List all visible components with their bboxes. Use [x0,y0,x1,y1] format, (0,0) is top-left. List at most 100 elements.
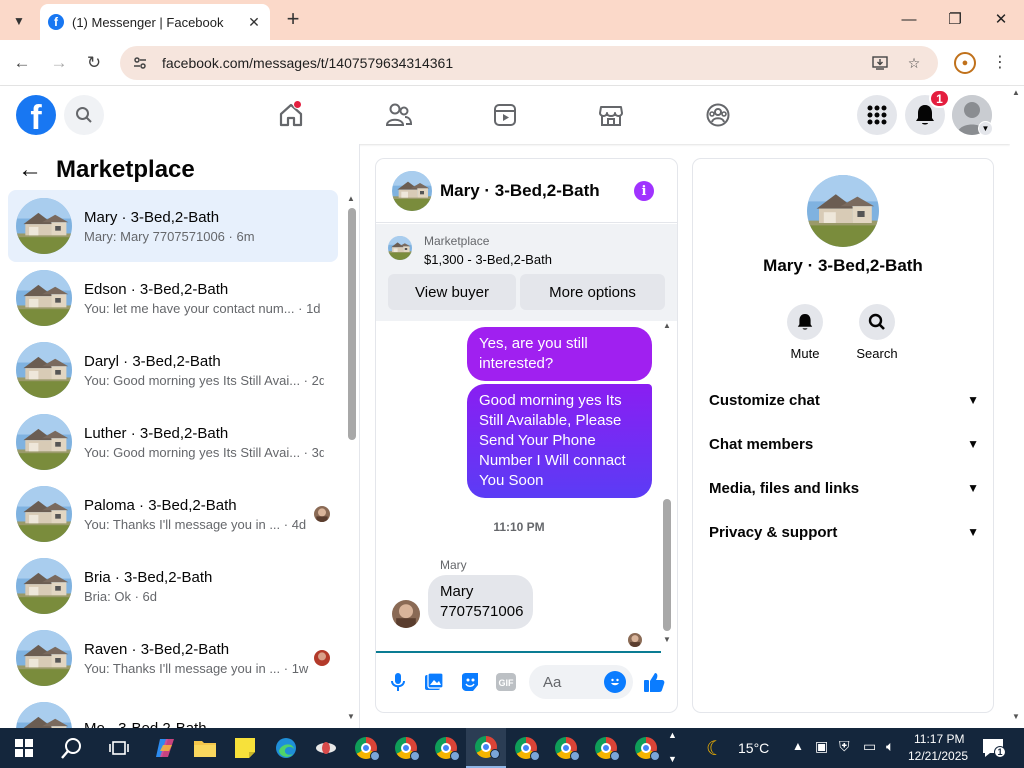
conversation-name: Mo · 3-Bed,2-Bath [84,720,324,728]
marketplace-label: Marketplace [424,234,490,248]
conversation-item[interactable]: Bria · 3-Bed,2-Bath Bria: Ok · 6d [8,550,338,622]
weather-moon-icon[interactable]: ☾ [706,736,724,761]
photo-icon[interactable] [421,669,447,695]
sender-avatar[interactable] [392,600,420,628]
scroll-down-icon[interactable]: ▼ [347,712,355,721]
incoming-message[interactable]: Mary 7707571006 [428,575,533,629]
restore-window-icon[interactable]: ❐ [940,6,970,32]
chrome-profile-icon[interactable] [466,728,506,768]
conversation-item[interactable]: Daryl · 3-Bed,2-Bath You: Good morning ye… [8,334,338,406]
facebook-logo-icon[interactable]: f [16,95,56,135]
conversation-item[interactable]: Luther · 3-Bed,2-Bath You: Good morning y… [8,406,338,478]
clock-date[interactable]: 12/21/2025 [908,749,968,763]
file-explorer-icon[interactable] [185,728,225,768]
scroll-down-icon[interactable]: ▼ [1012,712,1020,721]
chrome-profile-icon[interactable] [346,728,386,768]
friends-icon[interactable] [378,98,418,132]
privacy-support-row[interactable]: Privacy & support ▼ [709,510,979,554]
conversation-item[interactable]: Edson · 3-Bed,2-Bath You: let me have you… [8,262,338,334]
microphone-icon[interactable] [385,669,411,695]
account-chevron-down-icon[interactable]: ▼ [978,121,993,136]
browser-profile-icon[interactable]: ● [954,52,976,74]
scroll-up-icon[interactable]: ▲ [1012,88,1020,97]
show-hidden-icons-chevron-icon[interactable]: ▲ [792,739,804,753]
minimize-window-icon[interactable]: — [894,6,924,32]
clock-time[interactable]: 11:17 PM [914,732,964,746]
copilot-icon[interactable] [145,728,185,768]
groups-icon[interactable] [698,98,738,132]
menu-grid-icon[interactable] [857,95,897,135]
network-device-icon[interactable]: ▣ [815,738,828,755]
home-icon[interactable] [271,98,311,132]
taskbar-overflow-up-icon[interactable]: ▲ [668,730,677,740]
customize-chat-row[interactable]: Customize chat ▼ [709,378,979,422]
chrome-profile-icon[interactable] [586,728,626,768]
video-icon[interactable] [485,98,525,132]
gif-icon[interactable]: GIF [493,669,519,695]
emoji-icon[interactable] [604,671,626,693]
search-conversation-button[interactable]: Search [847,304,907,361]
tab-close-icon[interactable]: ✕ [246,14,262,31]
new-tab-plus-icon[interactable]: + [280,6,306,32]
app-icon[interactable] [306,728,346,768]
info-icon[interactable]: i [634,181,654,201]
more-options-button[interactable]: More options [520,274,665,310]
facebook-search-icon[interactable] [64,95,104,135]
chrome-profile-icon[interactable] [546,728,586,768]
view-buyer-button[interactable]: View buyer [388,274,516,310]
taskbar-overflow-down-icon[interactable]: ▼ [668,754,677,764]
chat-members-row[interactable]: Chat members ▼ [709,422,979,466]
sticker-icon[interactable] [457,669,483,695]
close-window-icon[interactable]: ✕ [986,6,1016,32]
scroll-up-icon[interactable]: ▲ [663,321,671,330]
address-bar[interactable]: facebook.com/messages/t/1407579634314361… [120,46,938,80]
search-icon[interactable] [52,728,92,768]
edge-browser-icon[interactable] [266,728,306,768]
conversation-item[interactable]: Paloma · 3-Bed,2-Bath You: Thanks I'll me… [8,478,338,550]
security-icon[interactable]: ⛨ [839,738,850,755]
media-files-links-row[interactable]: Media, files and links ▼ [709,466,979,510]
chrome-profile-icon[interactable] [626,728,666,768]
scrollbar-thumb[interactable] [348,208,356,440]
windows-start-icon[interactable] [4,728,44,768]
site-settings-icon[interactable] [132,55,148,71]
conversation-scrollbar[interactable]: ▲ ▼ [346,194,356,724]
weather-temperature[interactable]: 15°C [738,740,769,756]
mute-button[interactable]: Mute [775,304,835,361]
chat-thumbnail[interactable] [392,171,432,211]
listing-thumbnail [16,486,72,542]
thumbs-up-icon[interactable] [641,669,667,695]
tab-search-chevron-icon[interactable]: ▼ [6,8,32,34]
task-view-icon[interactable] [99,728,139,768]
chrome-profile-icon[interactable] [386,728,426,768]
chat-title[interactable]: Mary · 3-Bed,2-Bath [440,181,600,201]
conversation-item[interactable]: Raven · 3-Bed,2-Bath You: Thanks I'll mes… [8,622,338,694]
sticky-notes-icon[interactable] [225,728,265,768]
scroll-up-icon[interactable]: ▲ [347,194,355,203]
browser-tab[interactable]: f (1) Messenger | Facebook ✕ [40,4,270,40]
chrome-profile-icon[interactable] [506,728,546,768]
outgoing-message[interactable]: Good morning yes Its Still Available, Pl… [467,384,652,498]
conversation-item[interactable]: Mo · 3-Bed,2-Bath [8,694,338,728]
browser-menu-icon[interactable]: ⋮ [992,52,1008,72]
install-app-icon[interactable] [868,51,892,75]
back-arrow-icon[interactable]: ← [18,156,48,184]
bookmark-star-icon[interactable]: ☆ [902,51,926,75]
reload-icon[interactable]: ↻ [81,50,107,76]
wifi-network-icon[interactable]: ▭ [863,738,876,755]
outgoing-message[interactable]: Yes, are you still interested? [467,327,652,381]
volume-icon[interactable]: 🔈︎ [886,738,894,755]
marketplace-icon[interactable] [591,98,631,132]
scroll-down-icon[interactable]: ▼ [663,635,671,644]
chat-scrollbar[interactable]: ▲ ▼ [662,321,672,647]
scrollbar-thumb[interactable] [663,499,671,631]
conversation-preview: Bria: Ok · 6d [84,588,157,604]
listing-thumbnail [16,342,72,398]
marketplace-conversations-panel: ← Marketplace Mary · 3-Bed,2-Bath Mary: M… [0,144,360,728]
notification-center-icon[interactable]: 1 [982,738,1006,758]
forward-arrow-icon[interactable]: → [46,50,72,76]
chrome-profile-icon[interactable] [426,728,466,768]
back-arrow-icon[interactable]: ← [9,50,35,76]
page-scrollbar[interactable]: ▲ ▼ [1010,86,1024,728]
conversation-item[interactable]: Mary · 3-Bed,2-Bath Mary: Mary 7707571006… [8,190,338,262]
